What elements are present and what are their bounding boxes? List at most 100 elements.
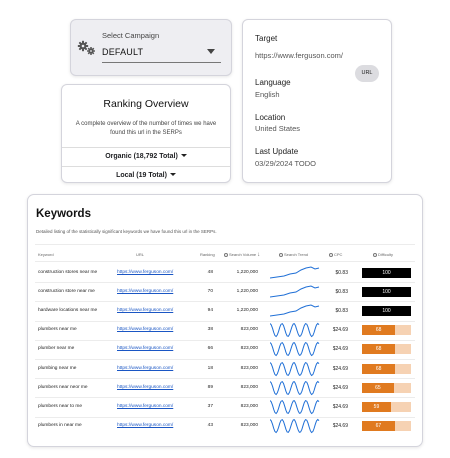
difficulty-value: 59 [362,402,391,412]
ranking-cell: 48 [207,269,213,275]
cpc-cell: $0.83 [335,308,348,314]
row-divider [35,339,415,341]
search-volume-cell: 1,220,000 [236,288,258,294]
ranking-cell: 66 [207,346,213,352]
difficulty-bar: 67 [362,421,411,432]
column-header-difficulty[interactable]: Difficulty [373,252,393,257]
campaign-value[interactable]: DEFAULT [102,47,143,57]
url-link[interactable]: https://www.ferguson.com/ [117,289,173,294]
keyword-cell: plumbers near neor me [38,384,88,390]
gears-icon [77,40,95,55]
keyword-cell: construction stores near me [38,269,98,275]
url-link[interactable]: https://www.ferguson.com/ [117,366,173,371]
column-header-url-label: URL [136,252,145,257]
difficulty-value: 67 [362,421,395,432]
column-header-cpc-label: CPC [334,252,343,257]
difficulty-value: 68 [362,363,396,374]
table-divider [35,244,415,245]
local-total-toggle[interactable]: Local (19 Total) [62,166,230,185]
campaign-selector[interactable]: Select Campaign DEFAULT [70,19,232,76]
search-volume-cell: 823,000 [240,346,258,352]
ranking-cell: 37 [207,404,213,409]
url-link[interactable]: https://www.ferguson.com/ [117,385,173,390]
keywords-title: Keywords [36,208,91,220]
search-trend-sparkline [270,304,320,317]
url-link[interactable]: https://www.ferguson.com/ [117,327,173,332]
cpc-cell: $24.69 [332,346,348,353]
search-trend-sparkline [270,322,320,338]
search-trend-sparkline [270,361,320,376]
help-icon [329,253,333,257]
row-divider [35,416,415,418]
column-header-search-volume[interactable]: Search Volume↓ [224,252,260,258]
search-trend-sparkline [270,399,320,415]
url-link[interactable]: https://www.ferguson.com/ [117,346,173,351]
search-trend-sparkline [270,342,320,357]
ranking-cell: 38 [207,327,213,333]
difficulty-bar: 59 [362,402,411,412]
column-header-cpc[interactable]: CPC [329,252,342,257]
keyword-cell: plumbers near to me [38,404,82,409]
column-header-url[interactable]: URL [136,252,144,257]
cpc-cell: $24.69 [332,404,348,410]
ranking-overview-title: Ranking Overview [103,98,189,110]
keyword-cell: plumbers in near me [38,423,82,429]
keywords-card: Keywords Detailed listing of the statist… [27,194,423,447]
ranking-cell: 70 [207,288,213,294]
url-link[interactable]: https://www.ferguson.com/ [117,308,173,313]
cpc-cell: $24.69 [332,327,348,334]
ranking-cell: 18 [207,365,213,371]
url-button[interactable]: URL [355,65,379,82]
search-volume-cell: 823,000 [240,384,258,390]
difficulty-bar: 68 [362,325,411,336]
url-link[interactable]: https://www.ferguson.com/ [117,423,173,428]
cpc-cell: $0.83 [335,269,348,276]
column-header-trend-label: Search Trend [284,252,309,257]
column-header-ranking[interactable]: Ranking [200,252,215,257]
column-header-difficulty-label: Difficulty [378,252,394,257]
language-label: Language [255,78,291,87]
search-trend-sparkline [270,265,320,278]
row-divider [35,397,415,399]
difficulty-bar: 68 [362,363,411,374]
cpc-cell: $0.83 [335,288,348,295]
campaign-label: Select Campaign [102,31,160,40]
chevron-down-icon[interactable] [207,49,215,54]
sort-down-arrow-icon: ↓ [257,252,261,258]
difficulty-bar: 68 [362,344,411,355]
keyword-cell: plumber near me [38,346,75,352]
column-header-search-trend[interactable]: Search Trend [279,252,308,257]
help-icon [224,253,228,257]
difficulty-bar: 65 [362,382,411,393]
url-link[interactable]: https://www.ferguson.com/ [117,404,173,409]
column-header-keyword[interactable]: Keyword [38,252,54,257]
cpc-cell: $24.69 [332,384,348,391]
search-trend-sparkline [270,418,320,434]
difficulty-bar: 100 [362,286,411,297]
search-volume-cell: 1,220,000 [236,269,258,275]
help-icon [279,253,283,257]
keywords-subtitle: Detailed listing of the statistically si… [36,229,217,234]
url-link[interactable]: https://www.ferguson.com/ [117,270,173,275]
location-value: United States [255,124,301,133]
search-volume-cell: 823,000 [240,423,258,429]
last-update-label: Last Update [255,147,299,156]
difficulty-value: 100 [362,306,411,316]
keyword-cell: plumbers near me [38,327,77,333]
target-info-card: Target https://www.ferguson.com/ URL Lan… [242,19,392,183]
ranking-cell: 89 [207,384,213,390]
organic-total-toggle[interactable]: Organic (18,792 Total) [62,147,230,166]
keyword-cell: construction store near me [38,288,95,294]
last-update-value: 03/29/2024 TODO [255,159,317,168]
ranking-overview-card: Ranking Overview A complete overview of … [61,84,231,183]
column-header-keyword-label: Keyword [38,252,54,257]
organic-total-label: Organic (18,792 Total) [105,153,178,160]
target-url: https://www.ferguson.com/ [255,51,343,60]
row-divider [35,282,415,284]
cpc-cell: $24.69 [332,423,348,430]
column-header-volume-label: Search Volume [229,252,257,257]
row-divider [35,301,415,303]
local-total-label: Local (19 Total) [116,172,167,179]
caret-down-icon [180,154,187,157]
difficulty-value: 100 [362,286,411,297]
